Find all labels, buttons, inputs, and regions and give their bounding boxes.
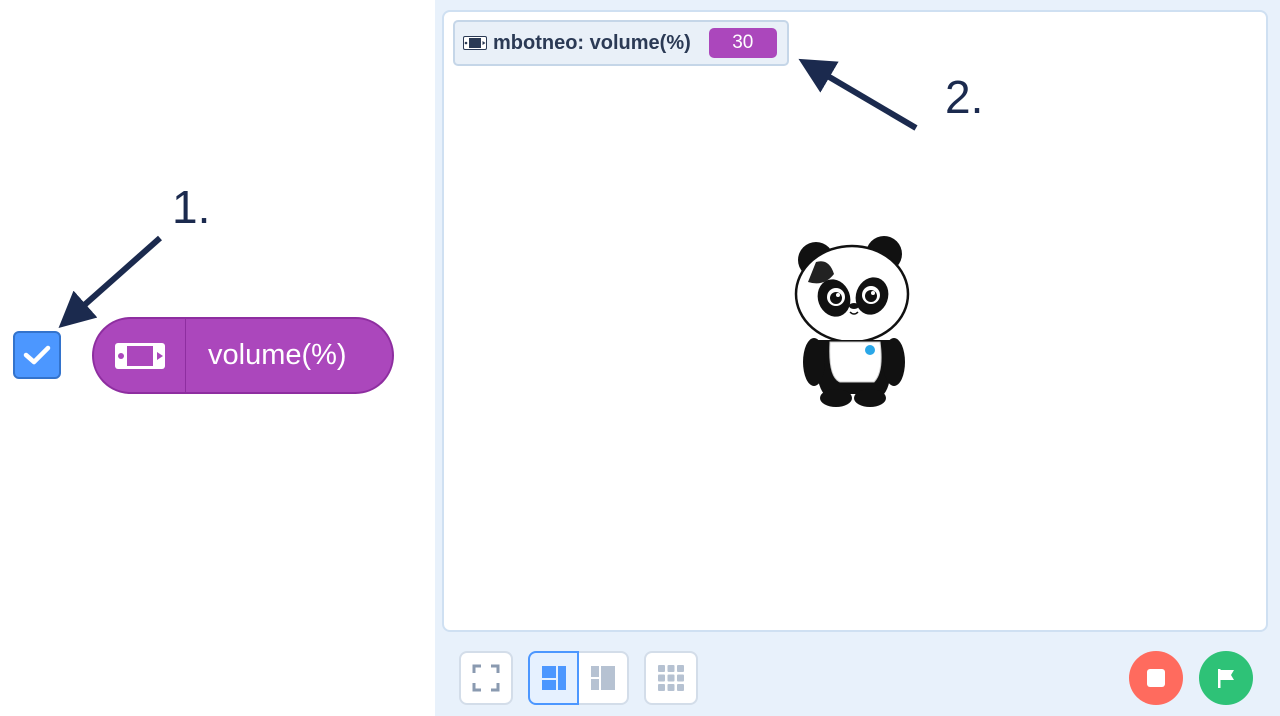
stage-canvas[interactable]: mbotneo: volume(%) 30	[442, 10, 1268, 632]
checkmark-icon	[23, 345, 51, 365]
green-flag-icon	[1218, 669, 1234, 688]
stop-icon	[1147, 669, 1165, 687]
monitor-value: 30	[708, 28, 777, 58]
layout-small-button[interactable]	[579, 651, 629, 705]
layout-normal-button[interactable]	[528, 651, 579, 705]
annotation-number-2: 2.	[945, 71, 984, 123]
stage-panel: mbotneo: volume(%) 30	[435, 0, 1280, 716]
monitor-label: mbotneo: volume(%)	[493, 31, 691, 54]
green-flag-button[interactable]	[1199, 651, 1253, 705]
volume-reporter-block[interactable]: volume(%)	[92, 317, 394, 394]
mbot-device-icon	[463, 36, 487, 50]
arrow-to-checkbox	[58, 235, 162, 328]
annotation-number-1: 1.	[172, 181, 211, 233]
monitor-checkbox[interactable]	[13, 331, 61, 379]
grid-button[interactable]	[644, 651, 698, 705]
grid-icon	[658, 665, 684, 691]
layout-small-icon	[591, 666, 615, 690]
block-label: volume(%)	[208, 339, 347, 371]
panda-sprite[interactable]	[794, 232, 919, 407]
fullscreen-icon	[472, 664, 500, 692]
stop-button[interactable]	[1129, 651, 1183, 705]
screenshot-root: volume(%) 1. mbotneo: volume(%) 30 2.	[0, 0, 1280, 716]
fullscreen-button[interactable]	[459, 651, 513, 705]
mbot-device-icon	[94, 319, 186, 392]
variable-monitor[interactable]: mbotneo: volume(%) 30	[453, 20, 789, 66]
layout-normal-icon	[541, 666, 566, 690]
